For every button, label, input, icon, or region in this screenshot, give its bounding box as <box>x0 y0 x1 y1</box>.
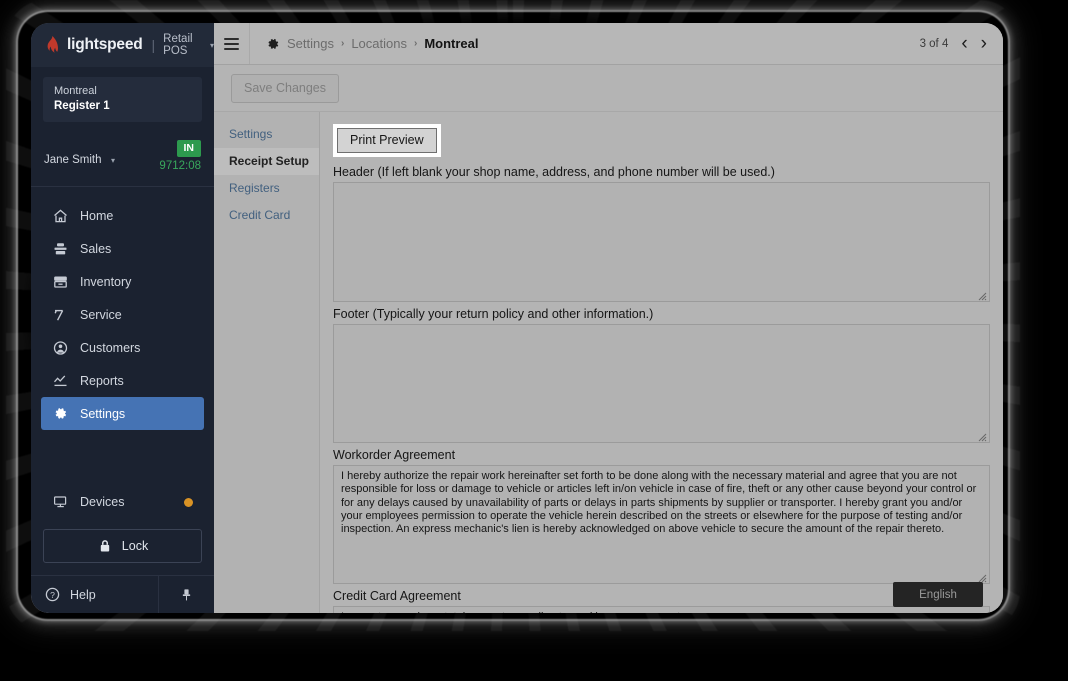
subnav-item-receipt-setup[interactable]: Receipt Setup <box>214 148 319 175</box>
breadcrumb-separator: › <box>413 38 418 49</box>
sidebar-item-service[interactable]: Service <box>41 298 204 331</box>
pager-text: 3 of 4 <box>919 37 949 50</box>
chevron-left-icon[interactable]: ‹ <box>961 34 967 53</box>
home-icon <box>52 208 68 224</box>
body-split: Settings Receipt Setup Registers Credit … <box>214 111 1003 613</box>
chevron-right-icon[interactable]: › <box>981 34 987 53</box>
settings-subnav: Settings Receipt Setup Registers Credit … <box>214 112 320 613</box>
creditcard-agreement-input[interactable]: I agree to pay above total amount accord… <box>333 606 990 613</box>
sidebar-item-home[interactable]: Home <box>41 199 204 232</box>
customers-icon <box>52 340 68 356</box>
shift-timer: 9712:08 <box>159 160 201 172</box>
print-preview-button[interactable]: Print Preview <box>337 128 437 153</box>
lock-icon <box>97 538 113 554</box>
creditcard-value: I agree to pay above total amount accord… <box>334 607 989 613</box>
devices-status-dot <box>184 497 193 507</box>
sidebar-item-label: Devices <box>80 495 125 509</box>
gear-icon <box>52 406 68 422</box>
footer-value <box>334 325 989 329</box>
register-name: Register 1 <box>54 100 110 112</box>
service-icon <box>52 307 68 323</box>
print-preview-highlight: Print Preview <box>333 124 441 157</box>
pager-controls: 3 of 4 ‹ › <box>920 34 1003 53</box>
save-button[interactable]: Save Changes <box>231 73 340 103</box>
save-bar: Save Changes <box>214 65 1003 111</box>
resize-grip-icon[interactable] <box>976 570 987 583</box>
breadcrumb: Settings › Locations › Montreal <box>250 36 479 51</box>
sidebar-item-reports[interactable]: Reports <box>41 364 204 397</box>
breadcrumb-current: Montreal <box>424 36 479 51</box>
register-selector[interactable]: Montreal Register 1 <box>43 77 202 122</box>
reports-icon <box>52 373 68 389</box>
user-row[interactable]: Jane Smith ▾ IN 9712:08 <box>31 122 214 187</box>
sidebar-item-inventory[interactable]: Inventory <box>41 265 204 298</box>
sidebar-item-sales[interactable]: Sales <box>41 232 204 265</box>
gear-icon <box>266 37 280 51</box>
flame-logo-icon <box>44 35 60 55</box>
subnav-item-registers[interactable]: Registers <box>214 175 319 202</box>
sidebar-footer: ? Help <box>31 575 214 613</box>
main-nav: Home Sales Inventory Service Customers R… <box>31 187 214 430</box>
receipt-setup-form: Print Preview Header (If left blank your… <box>320 112 1003 613</box>
subnav-item-credit-card[interactable]: Credit Card <box>214 202 319 229</box>
sidebar-item-label: Customers <box>80 340 141 355</box>
sidebar-item-customers[interactable]: Customers <box>41 331 204 364</box>
pin-button[interactable] <box>159 576 214 613</box>
sidebar-item-label: Inventory <box>80 274 132 289</box>
resize-grip-icon[interactable] <box>976 288 987 301</box>
inventory-icon <box>52 274 68 290</box>
header-value <box>334 183 989 187</box>
workorder-agreement-input[interactable]: I hereby authorize the repair work herei… <box>333 465 990 584</box>
help-button[interactable]: ? Help <box>31 576 159 613</box>
register-location: Montreal <box>54 85 97 97</box>
main-area: Settings › Locations › Montreal 3 of 4 ‹… <box>214 23 1003 613</box>
hamburger-icon[interactable] <box>214 23 250 64</box>
creditcard-label: Credit Card Agreement <box>333 589 461 603</box>
monitor-icon <box>52 494 68 510</box>
breadcrumb-locations[interactable]: Locations <box>351 36 407 51</box>
lock-button-label: Lock <box>121 539 149 553</box>
brand-product: Retail POS <box>163 33 193 57</box>
workorder-label: Workorder Agreement <box>333 448 456 462</box>
subnav-item-settings[interactable]: Settings <box>214 121 319 148</box>
footer-label: Footer (Typically your return policy and… <box>333 307 654 321</box>
sidebar-item-settings[interactable]: Settings <box>41 397 204 430</box>
status-badge: IN <box>176 140 201 157</box>
question-circle-icon: ? <box>44 587 60 603</box>
brand-bar[interactable]: lightspeed | Retail POS ▾ <box>31 23 214 67</box>
svg-text:?: ? <box>50 590 55 600</box>
language-selector[interactable]: English <box>893 582 983 607</box>
sidebar-item-label: Reports <box>80 373 124 388</box>
lock-button[interactable]: Lock <box>43 529 202 563</box>
breadcrumb-separator: › <box>340 38 345 49</box>
sidebar-item-label: Home <box>80 208 114 223</box>
header-label: Header (If left blank your shop name, ad… <box>333 165 775 179</box>
pin-icon <box>179 587 195 603</box>
resize-grip-icon[interactable] <box>976 429 987 442</box>
topbar: Settings › Locations › Montreal 3 of 4 ‹… <box>214 23 1003 65</box>
sidebar-item-label: Sales <box>80 241 112 256</box>
screen: lightspeed | Retail POS ▾ Montreal Regis… <box>0 0 1068 681</box>
breadcrumb-settings[interactable]: Settings <box>287 36 334 51</box>
help-label: Help <box>70 587 96 602</box>
user-name: Jane Smith <box>44 154 102 166</box>
workorder-value: I hereby authorize the repair work herei… <box>341 470 977 536</box>
sidebar-item-label: Service <box>80 307 122 322</box>
brand-name: lightspeed <box>67 36 143 53</box>
app-window: lightspeed | Retail POS ▾ Montreal Regis… <box>31 23 1003 613</box>
header-input[interactable] <box>333 182 990 302</box>
sales-icon <box>52 241 68 257</box>
footer-input[interactable] <box>333 324 990 443</box>
chevron-down-icon[interactable]: ▾ <box>111 156 115 165</box>
sidebar: lightspeed | Retail POS ▾ Montreal Regis… <box>31 23 214 613</box>
sidebar-item-devices[interactable]: Devices <box>41 487 204 517</box>
brand-divider: | <box>151 37 156 53</box>
sidebar-item-label: Settings <box>80 406 126 421</box>
